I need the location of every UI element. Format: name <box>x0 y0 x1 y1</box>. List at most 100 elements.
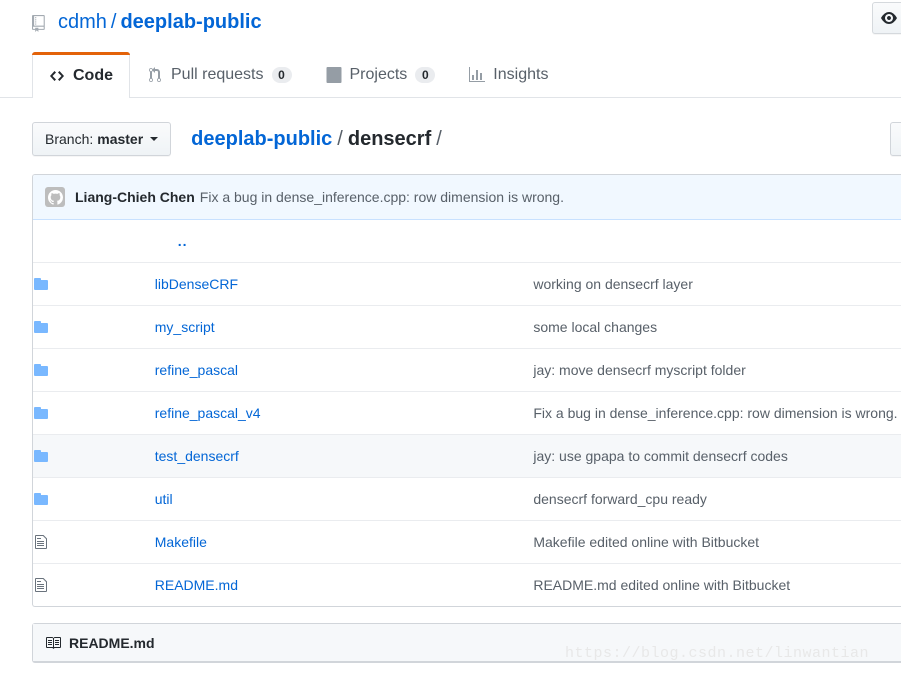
table-row[interactable]: refine_pascal_v4 Fix a bug in dense_infe… <box>33 391 901 434</box>
readme-box: README.md <box>32 623 901 663</box>
parent-directory-link[interactable]: .. <box>155 233 188 249</box>
commit-author-name[interactable]: Liang-Chieh Chen <box>75 189 195 205</box>
repo-name-link[interactable]: deeplab-public <box>120 10 261 35</box>
tab-code[interactable]: Code <box>32 52 130 98</box>
file-navigation-bar: Branch: master deeplab-public / densecrf / <box>32 122 901 156</box>
table-row[interactable]: test_densecrf jay: use gpapa to commit d… <box>33 434 901 477</box>
file-commit-message[interactable]: Makefile edited online with Bitbucket <box>533 520 901 563</box>
file-icon-cell <box>33 305 155 348</box>
tab-code-label: Code <box>73 66 113 84</box>
file-list-box: Liang-Chieh Chen Fix a bug in dense_infe… <box>32 174 901 607</box>
breadcrumb: deeplab-public / densecrf / <box>191 127 447 152</box>
git-pull-request-icon <box>147 67 163 83</box>
breadcrumb-action-button[interactable] <box>890 122 901 156</box>
file-name-link[interactable]: util <box>155 491 173 507</box>
file-icon-cell <box>33 391 155 434</box>
file-name-cell: util <box>155 477 534 520</box>
chevron-down-icon <box>150 137 159 141</box>
folder-icon <box>33 448 49 464</box>
file-name-link[interactable]: refine_pascal_v4 <box>155 405 261 421</box>
file-commit-message[interactable]: Fix a bug in dense_inference.cpp: row di… <box>533 391 901 434</box>
folder-icon <box>33 276 49 292</box>
table-row[interactable]: README.md README.md edited online with B… <box>33 563 901 606</box>
file-commit-message[interactable]: some local changes <box>533 305 901 348</box>
file-name-link[interactable]: test_densecrf <box>155 448 239 464</box>
file-name-cell: refine_pascal <box>155 348 534 391</box>
tab-insights-label: Insights <box>493 66 549 83</box>
tab-pull-requests[interactable]: Pull requests 0 <box>130 52 309 97</box>
graph-icon <box>469 67 486 83</box>
folder-icon <box>33 491 49 507</box>
file-table: .. libDenseCRF working on densecrf layer… <box>33 220 901 606</box>
file-icon-cell <box>33 434 155 477</box>
tab-insights[interactable]: Insights <box>452 52 565 97</box>
repo-owner-link[interactable]: cdmh <box>58 10 107 35</box>
file-name-cell: README.md <box>155 563 534 606</box>
repo-path-separator: / <box>110 11 117 33</box>
file-commit-message[interactable]: jay: move densecrf myscript folder <box>533 348 901 391</box>
repo-tab-nav: Code Pull requests 0 Projects 0 Insights <box>0 48 901 98</box>
repo-header: cdmh / deeplab-public <box>0 0 901 48</box>
branch-select-prefix: Branch: <box>45 131 94 147</box>
folder-icon <box>33 362 49 378</box>
file-commit-message[interactable]: working on densecrf layer <box>533 262 901 305</box>
file-name-link[interactable]: refine_pascal <box>155 362 238 378</box>
book-icon <box>45 635 61 651</box>
file-table-body: .. libDenseCRF working on densecrf layer… <box>33 220 901 606</box>
breadcrumb-separator-1: / <box>337 127 343 150</box>
file-name-link[interactable]: libDenseCRF <box>155 276 238 292</box>
file-name-cell: libDenseCRF <box>155 262 534 305</box>
readme-title: README.md <box>69 634 155 651</box>
table-row[interactable]: refine_pascal jay: move densecrf myscrip… <box>33 348 901 391</box>
parent-dir-name-cell: .. <box>155 220 901 262</box>
table-row[interactable]: libDenseCRF working on densecrf layer <box>33 262 901 305</box>
pull-requests-count: 0 <box>271 67 292 83</box>
repo-title: cdmh / deeplab-public <box>32 10 901 35</box>
project-board-icon <box>326 67 342 83</box>
file-name-link[interactable]: my_script <box>155 319 215 335</box>
file-icon-cell <box>33 348 155 391</box>
folder-icon <box>33 319 49 335</box>
file-icon-cell <box>33 563 155 606</box>
github-repo-page: cdmh / deeplab-public Code Pull requests… <box>0 0 901 676</box>
breadcrumb-current: densecrf <box>347 127 432 150</box>
file-name-link[interactable]: Makefile <box>155 534 207 550</box>
table-row[interactable]: util densecrf forward_cpu ready <box>33 477 901 520</box>
table-row[interactable]: my_script some local changes <box>33 305 901 348</box>
file-name-cell: my_script <box>155 305 534 348</box>
parent-dir-icon-cell <box>33 220 155 262</box>
latest-commit-bar: Liang-Chieh Chen Fix a bug in dense_infe… <box>33 175 901 220</box>
repo-content-container: Branch: master deeplab-public / densecrf / … <box>0 98 901 663</box>
file-commit-message[interactable]: densecrf forward_cpu ready <box>533 477 901 520</box>
file-icon-cell <box>33 262 155 305</box>
file-icon-cell <box>33 477 155 520</box>
eye-icon <box>881 10 897 26</box>
file-name-link[interactable]: README.md <box>155 577 238 593</box>
file-icon-cell <box>33 520 155 563</box>
commit-message[interactable]: Fix a bug in dense_inference.cpp: row di… <box>200 189 564 205</box>
file-icon <box>33 534 49 550</box>
folder-icon <box>33 405 49 421</box>
branch-select-name: master <box>97 131 144 147</box>
file-icon <box>33 577 49 593</box>
file-name-cell: refine_pascal_v4 <box>155 391 534 434</box>
file-commit-message[interactable]: README.md edited online with Bitbucket <box>533 563 901 606</box>
repo-icon <box>32 15 49 32</box>
file-commit-message[interactable]: jay: use gpapa to commit densecrf codes <box>533 434 901 477</box>
tab-pull-requests-label: Pull requests <box>171 66 264 83</box>
projects-count: 0 <box>415 67 436 83</box>
table-row-parent-directory[interactable]: .. <box>33 220 901 262</box>
file-name-cell: test_densecrf <box>155 434 534 477</box>
branch-select-button[interactable]: Branch: master <box>32 122 172 156</box>
readme-header: README.md <box>33 624 901 662</box>
tab-list: Code Pull requests 0 Projects 0 Insights <box>32 48 901 98</box>
breadcrumb-root-link[interactable]: deeplab-public <box>191 128 332 150</box>
code-icon <box>49 68 65 84</box>
file-name-cell: Makefile <box>155 520 534 563</box>
github-mark-avatar <box>45 187 65 207</box>
breadcrumb-separator-2: / <box>436 127 442 150</box>
watch-button[interactable] <box>872 2 901 34</box>
table-row[interactable]: Makefile Makefile edited online with Bit… <box>33 520 901 563</box>
tab-projects[interactable]: Projects 0 <box>309 52 453 97</box>
tab-projects-label: Projects <box>349 66 408 83</box>
